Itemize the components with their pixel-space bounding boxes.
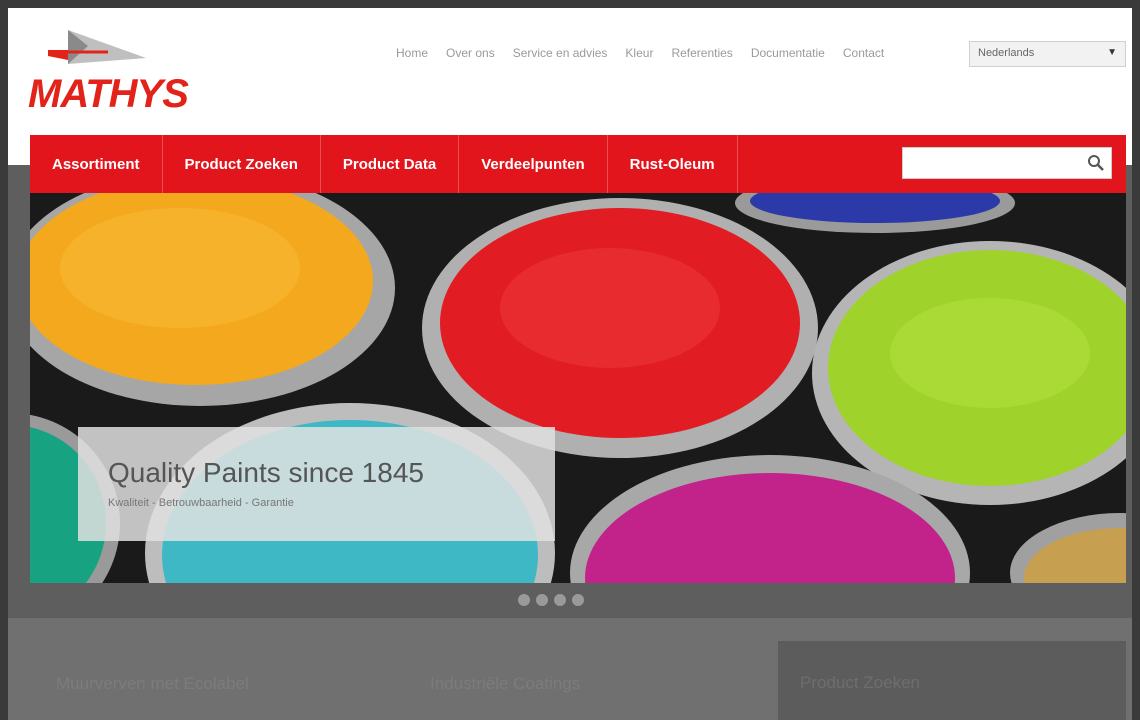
language-select[interactable]: Nederlands ▼	[969, 41, 1126, 67]
product-search-heading: Product Zoeken	[800, 673, 921, 692]
mainnav-product-data[interactable]: Product Data	[321, 135, 460, 193]
brand-name: MATHYS	[28, 72, 189, 116]
topnav-service[interactable]: Service en advies	[513, 45, 608, 61]
main-navigation: Assortiment Product Zoeken Product Data …	[30, 135, 1126, 193]
slider-dot[interactable]	[536, 594, 548, 606]
top-navigation: Home Over ons Service en advies Kleur Re…	[396, 45, 902, 61]
search-icon[interactable]	[1087, 154, 1105, 177]
paint-brush-logo-icon	[48, 30, 146, 64]
topnav-contact[interactable]: Contact	[843, 45, 884, 61]
hero-title: Quality Paints since 1845	[108, 457, 424, 488]
page: MATHYS Home Over ons Service en advies K…	[8, 8, 1132, 720]
slider-dot[interactable]	[572, 594, 584, 606]
topnav-documentatie[interactable]: Documentatie	[751, 45, 825, 61]
slider-dot[interactable]	[554, 594, 566, 606]
product-search-box: Product Zoeken	[778, 641, 1126, 720]
slider-dot[interactable]	[518, 594, 530, 606]
search-input[interactable]	[903, 148, 1083, 178]
topnav-home[interactable]: Home	[396, 45, 428, 61]
hero-subtitle: Kwaliteit - Betrouwbaarheid - Garantie	[108, 497, 294, 509]
search-box	[902, 147, 1112, 179]
topnav-over-ons[interactable]: Over ons	[446, 45, 495, 61]
mainnav-rust-oleum[interactable]: Rust-Oleum	[608, 135, 738, 193]
section-heading-muurverven[interactable]: Muurverven met Ecolabel	[56, 674, 249, 694]
hero-slider[interactable]: Quality Paints since 1845 Kwaliteit - Be…	[30, 193, 1126, 583]
section-heading-industriele[interactable]: Industriële Coatings	[430, 674, 580, 694]
mainnav-verdeelpunten[interactable]: Verdeelpunten	[459, 135, 608, 193]
topnav-kleur[interactable]: Kleur	[625, 45, 653, 61]
language-select-value: Nederlands	[978, 47, 1035, 59]
mainnav-product-zoeken[interactable]: Product Zoeken	[163, 135, 321, 193]
mainnav-assortiment[interactable]: Assortiment	[30, 135, 163, 193]
hero-caption: Quality Paints since 1845 Kwaliteit - Be…	[78, 427, 555, 541]
chevron-down-icon: ▼	[1107, 47, 1117, 58]
topnav-referenties[interactable]: Referenties	[671, 45, 732, 61]
slider-dots	[518, 594, 584, 606]
brand-logo[interactable]: MATHYS	[28, 26, 189, 116]
